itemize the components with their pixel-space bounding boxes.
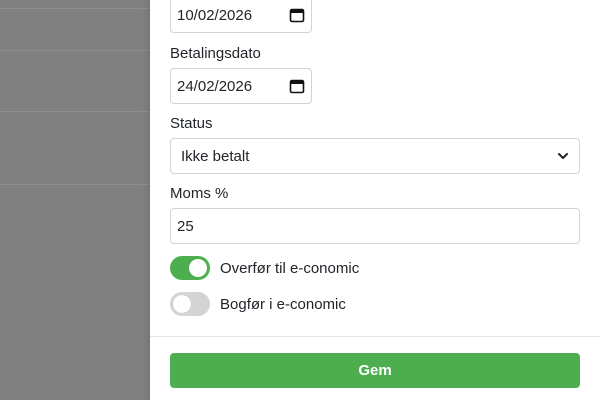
calendar-icon[interactable] [289,78,305,94]
save-button[interactable]: Gem [170,353,580,388]
book-toggle-switch[interactable] [170,292,210,316]
status-select[interactable]: Ikke betalt [170,138,580,174]
backdrop-divider [0,50,150,51]
modal-backdrop[interactable] [0,0,150,400]
calendar-icon[interactable] [289,7,305,23]
vat-input[interactable]: 25 [170,208,580,244]
status-select-value: Ikke betalt [181,147,250,165]
chevron-down-icon [557,150,569,162]
payment-date-value: 24/02/2026 [177,77,253,95]
payment-date-input[interactable]: 24/02/2026 [170,68,312,104]
vat-label: Moms % [170,185,229,202]
date-input-value: 10/02/2026 [177,6,253,24]
side-panel-form: 10/02/2026 Betalingsdato 24/02/2026 Stat… [150,0,600,400]
backdrop-divider [0,184,150,185]
payment-date-label: Betalingsdato [170,45,261,62]
backdrop-divider [0,111,150,112]
transfer-toggle-row[interactable]: Overfør til e-conomic [170,256,359,280]
book-toggle-label: Bogfør i e-conomic [220,295,346,313]
status-label: Status [170,115,213,132]
backdrop-divider [0,8,150,9]
date-input[interactable]: 10/02/2026 [170,0,312,33]
vat-input-value: 25 [177,217,194,235]
footer-divider [150,336,600,337]
toggle-knob [189,259,207,277]
book-toggle-row[interactable]: Bogfør i e-conomic [170,292,346,316]
transfer-toggle-switch[interactable] [170,256,210,280]
toggle-knob [173,295,191,313]
transfer-toggle-label: Overfør til e-conomic [220,259,360,277]
